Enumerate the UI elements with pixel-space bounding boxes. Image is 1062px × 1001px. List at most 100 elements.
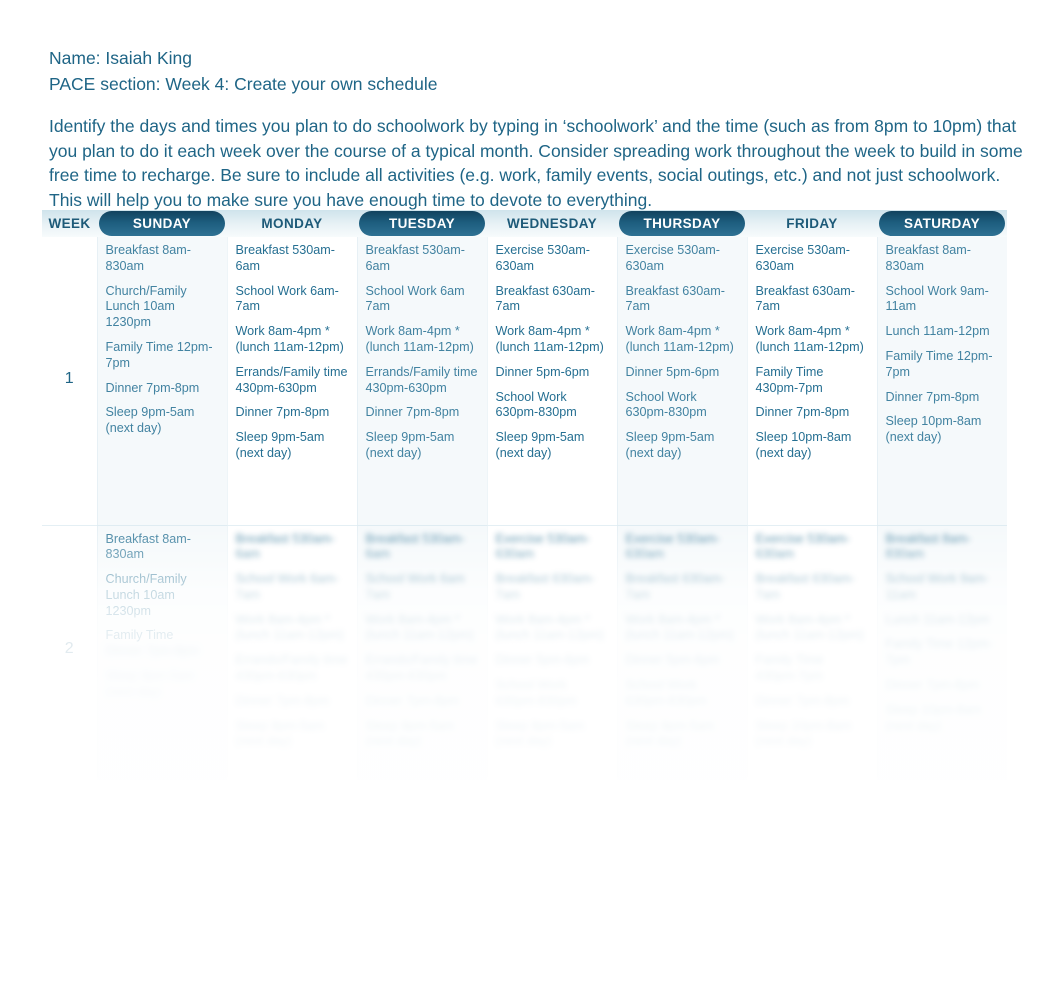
schedule-cell-week1-tuesday[interactable]: Breakfast 530am-6am School Work 6am 7am Wo… <box>356 237 487 526</box>
activity-entry: School Work 6am-7am <box>235 572 339 602</box>
instructions-line-2: you plan to do it each week over the cou… <box>49 140 1023 161</box>
schedule-cell-week1-thursday[interactable]: Exercise 530am-630am Breakfast 630am-7am W… <box>616 237 747 526</box>
instructions-paragraph: Identify the days and times you plan to … <box>49 114 1027 212</box>
activity-list: Exercise 530am-630am Breakfast 630am-7am W… <box>626 243 739 462</box>
activity-entry: Exercise 530am-630am <box>625 531 721 562</box>
instructions-line-3: free time to recharge. Be sure to includ… <box>49 165 1001 185</box>
activity-entry: Errands/Family time 430pm-630pm <box>365 364 478 395</box>
schedule-cell-week2-saturday[interactable]: Breakfast 8am-830am School Work 9am-11am L… <box>876 525 1007 777</box>
schedule-cell-week2-thursday[interactable]: Exercise 530am-630am Breakfast 630am-7am W… <box>616 525 747 777</box>
activity-entry: School Work 630pm-830pm <box>495 389 577 420</box>
activity-entry: School Work 630pm-830pm <box>625 389 707 420</box>
activity-entry: Family Time <box>105 628 174 643</box>
activity-entry: Breakfast 630am-7am <box>625 572 725 602</box>
schedule-cell-week1-wednesday[interactable]: Exercise 530am-630am Breakfast 630am-7am W… <box>486 237 617 526</box>
column-header-friday-label: FRIDAY <box>786 216 838 231</box>
activity-entry: Breakfast 530am-6am <box>365 531 465 562</box>
activity-entry: Breakfast 530am-6am <box>235 243 335 273</box>
column-header-monday-label: MONDAY <box>261 216 323 231</box>
activity-entry: Breakfast 630am-7am <box>495 283 595 314</box>
column-header-saturday: SATURDAY <box>877 210 1007 237</box>
activity-entry: Sleep 9pm-5am (next day) <box>105 405 195 436</box>
activity-entry: Sleep 10pm-8am (next day) <box>755 430 852 460</box>
activity-list: Breakfast 530am-6am School Work 6am 7am Wo… <box>366 532 479 751</box>
activity-entry: Exercise 530am-630am <box>755 531 851 562</box>
student-name-line: Name: Isaiah King <box>49 48 192 68</box>
schedule-cell-week1-friday[interactable]: Exercise 530am-630am Breakfast 630am-7am W… <box>746 237 877 526</box>
activity-list: Breakfast 8am-830am Church/Family Lunch 1… <box>106 243 219 437</box>
schedule-cell-week1-saturday[interactable]: Breakfast 8am-830am School Work 9am-11am L… <box>876 237 1007 526</box>
column-header-week-label: WEEK <box>48 216 91 231</box>
activity-entry: School Work 630pm-830pm <box>495 678 577 708</box>
activity-entry: Errands/Family time 430pm-630pm <box>235 364 348 395</box>
activity-entry: Dinner 7pm-8pm <box>885 678 980 693</box>
instructions-line-4: This will help you to make sure you have… <box>49 189 653 210</box>
activity-entry: Work 8am-4pm *(lunch 11am-12pm) <box>235 612 344 643</box>
activity-entry: Dinner 7pm-8pm <box>885 389 980 404</box>
activity-entry: School Work 9am-11am <box>885 572 989 602</box>
column-header-wednesday: WEDNESDAY <box>487 210 617 237</box>
document-page: Name: Isaiah King PACE section: Week 4: … <box>0 0 1062 1001</box>
activity-list: Exercise 530am-630am Breakfast 630am-7am W… <box>496 532 609 751</box>
activity-entry: Dinner 7pm-8pm <box>755 693 850 708</box>
week-number-cell-2: 2 <box>42 525 97 777</box>
activity-list: Exercise 530am-630am Breakfast 630am-7am W… <box>496 243 609 462</box>
column-header-sunday: SUNDAY <box>97 210 227 237</box>
weekly-schedule-table-wrapper: WEEK SUNDAY MONDAY TUESDAY WEDNESDAY THU… <box>42 210 1007 780</box>
column-header-tuesday: TUESDAY <box>357 210 487 237</box>
activity-entry: Exercise 530am-630am <box>625 243 721 273</box>
activity-entry: Family Time 12pm-7pm <box>885 637 993 668</box>
activity-entry: Family Time 12pm-7pm <box>885 348 993 379</box>
activity-list: Breakfast 8am-830am Church/Family Lunch 1… <box>106 532 219 645</box>
table-row: 1 Breakfast 8am-830am Church/Family Lunch… <box>42 237 1007 526</box>
activity-entry: Sleep 9pm-5am (next day) <box>365 430 455 460</box>
column-header-sunday-label: SUNDAY <box>132 216 192 231</box>
activity-entry: Dinner 7pm-8pm <box>235 405 330 420</box>
activity-entry: Dinner 5pm-6pm <box>495 364 590 379</box>
activity-entry: School Work 630pm-830pm <box>625 678 707 708</box>
schedule-cell-week2-wednesday[interactable]: Exercise 530am-630am Breakfast 630am-7am W… <box>486 525 617 777</box>
activity-entry: Dinner 7pm-8pm <box>365 693 460 708</box>
column-header-thursday: THURSDAY <box>617 210 747 237</box>
activity-entry: Dinner 7pm-8pm <box>105 380 200 395</box>
activity-entry: Exercise 530am-630am <box>495 243 591 273</box>
activity-entry: Family Time 430pm-7pm <box>755 653 824 684</box>
activity-entry: Dinner 5pm-6pm <box>625 364 720 379</box>
activity-entry: Church/Family Lunch 10am 1230pm <box>105 572 187 618</box>
student-meta-block: Name: Isaiah King PACE section: Week 4: … <box>49 45 1029 97</box>
activity-entry: Breakfast 630am-7am <box>755 572 855 602</box>
column-header-saturday-label: SATURDAY <box>904 216 980 231</box>
activity-entry: Sleep 9pm-5am (next day) <box>235 430 325 460</box>
schedule-cell-week1-monday[interactable]: Breakfast 530am-6am School Work 6am-7am Wo… <box>226 237 357 526</box>
activity-list-faded: Dinner 7pm-8pm Sleep 9pm-5am (next day) <box>106 644 219 700</box>
schedule-cell-week2-monday[interactable]: Breakfast 530am-6am School Work 6am-7am Wo… <box>226 525 357 777</box>
schedule-cell-week2-friday[interactable]: Exercise 530am-630am Breakfast 630am-7am W… <box>746 525 877 777</box>
activity-entry: Dinner 7pm-8pm <box>105 644 200 659</box>
activity-list: Exercise 530am-630am Breakfast 630am-7am W… <box>756 532 869 751</box>
activity-entry: Breakfast 530am-6am <box>365 243 465 273</box>
activity-entry: Work 8am-4pm *(lunch 11am-12pm) <box>365 324 474 354</box>
schedule-cell-week2-tuesday[interactable]: Breakfast 530am-6am School Work 6am 7am Wo… <box>356 525 487 777</box>
activity-entry: Dinner 7pm-8pm <box>365 405 460 420</box>
table-header-row: WEEK SUNDAY MONDAY TUESDAY WEDNESDAY THU… <box>42 210 1007 237</box>
activity-entry: Work 8am-4pm *(lunch 11am-12pm) <box>625 324 734 354</box>
activity-entry: Sleep 10pm-8am (next day) <box>885 414 982 445</box>
activity-entry: Lunch 11am-12pm <box>885 324 990 339</box>
pace-section-line: PACE section: Week 4: Create your own sc… <box>49 74 438 94</box>
activity-entry: Sleep 9pm-5am (next day) <box>625 430 715 460</box>
column-header-monday: MONDAY <box>227 210 357 237</box>
column-header-friday: FRIDAY <box>747 210 877 237</box>
activity-entry: Sleep 9pm-5am (next day) <box>625 718 715 749</box>
activity-entry: Breakfast 8am-830am <box>885 243 971 273</box>
activity-entry: Breakfast 630am-7am <box>755 283 855 314</box>
schedule-cell-week1-sunday[interactable]: Breakfast 8am-830am Church/Family Lunch 1… <box>96 237 227 526</box>
column-header-week: WEEK <box>42 210 97 237</box>
activity-entry: Church/Family Lunch 10am 1230pm <box>105 283 187 330</box>
week-number-cell-1: 1 <box>42 237 97 526</box>
activity-entry: School Work 6am 7am <box>365 283 465 314</box>
column-header-wednesday-label: WEDNESDAY <box>506 216 598 231</box>
activity-entry: Breakfast 530am-6am <box>235 531 335 562</box>
activity-entry: Breakfast 8am-830am <box>885 531 971 562</box>
activity-list: Breakfast 530am-6am School Work 6am 7am Wo… <box>366 243 479 462</box>
schedule-cell-week2-sunday[interactable]: Breakfast 8am-830am Church/Family Lunch 1… <box>96 525 227 777</box>
